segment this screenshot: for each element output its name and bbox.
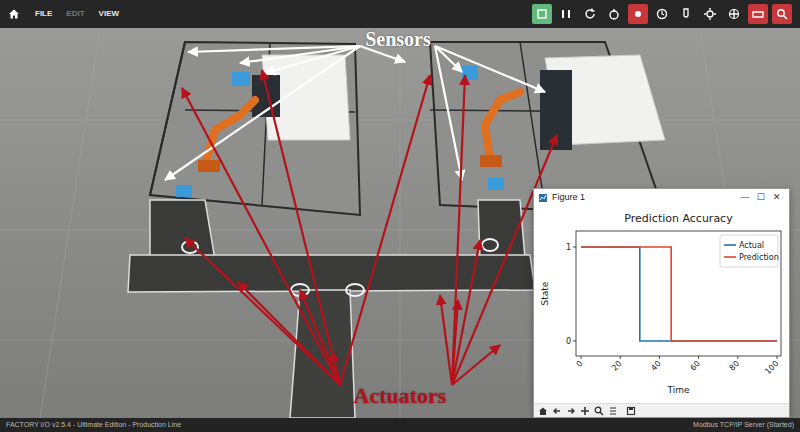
zoom-icon[interactable] [594, 406, 604, 416]
figure-toolbar [534, 403, 789, 417]
legend-swatch [724, 244, 736, 246]
tool-icon [774, 6, 790, 22]
figure-title-bar[interactable]: Figure 1 —☐✕ [534, 189, 789, 207]
chart-legend: Actual Prediction [720, 235, 779, 267]
figure-title: Figure 1 [552, 191, 585, 205]
window-control[interactable]: ☐ [753, 191, 769, 205]
menu-bar: FILEEDITVIEW [28, 6, 126, 22]
annotation-arrow [182, 88, 340, 385]
configure-icon[interactable] [608, 406, 618, 416]
y-tick-label: 1 [566, 243, 571, 252]
annotation-arrows [182, 70, 557, 385]
annotation-arrow [452, 345, 500, 385]
legend-label: Actual [739, 241, 764, 250]
x-tick-label: 20 [610, 359, 624, 373]
chart-title: Prediction Accuracy [624, 212, 733, 225]
annotation-arrows [165, 46, 545, 180]
figure-window[interactable]: Figure 1 —☐✕ Prediction Accuracy01020406… [533, 188, 790, 418]
figure-icon [538, 193, 548, 203]
tool-icon [726, 6, 742, 22]
annotation-arrow [185, 238, 340, 385]
annotation-arrow [332, 352, 340, 385]
factory-io-app: FILEEDITVIEW [0, 0, 800, 432]
scene-view[interactable]: Sensors Actuators Figure 1 —☐✕ Prediction… [0, 28, 800, 418]
x-tick-label: 80 [728, 359, 742, 373]
tool-icon [750, 6, 766, 22]
toolbar-button[interactable] [652, 4, 672, 24]
annotation-arrow [238, 282, 340, 385]
toolbar-button[interactable] [628, 4, 648, 24]
home-icon[interactable] [8, 8, 20, 20]
annotation-arrow [262, 70, 340, 385]
home-icon[interactable] [538, 406, 548, 416]
top-toolbar: FILEEDITVIEW [0, 0, 800, 28]
tool-icon [654, 6, 670, 22]
x-tick-label: 40 [649, 359, 663, 373]
tool-icon [606, 6, 622, 22]
toolbar-button[interactable] [556, 4, 576, 24]
pan-icon[interactable] [580, 406, 590, 416]
toolbar-button[interactable] [772, 4, 792, 24]
menu-item: EDIT [59, 6, 91, 22]
annotation-arrow [452, 75, 465, 385]
x-tick-label: 100 [763, 359, 780, 376]
annotation-label: Actuators [354, 384, 447, 408]
toolbar-button[interactable] [676, 4, 696, 24]
toolbar-buttons [532, 4, 792, 24]
status-left: FACTORY I/O v2.5.4 - Ultimate Edition - … [6, 420, 181, 431]
legend-swatch [724, 256, 736, 258]
toolbar-button[interactable] [700, 4, 720, 24]
x-tick-label: 0 [574, 359, 584, 369]
toolbar-button[interactable] [724, 4, 744, 24]
toolbar-button[interactable] [532, 4, 552, 24]
tool-icon [534, 6, 550, 22]
save-icon[interactable] [626, 406, 636, 416]
y-axis-label: State [540, 281, 550, 305]
toolbar-button[interactable] [604, 4, 624, 24]
toolbar-button[interactable] [580, 4, 600, 24]
window-control[interactable]: ✕ [769, 191, 785, 205]
tool-icon [582, 6, 598, 22]
menu-item[interactable]: VIEW [92, 6, 126, 22]
menu-item[interactable]: FILE [28, 6, 59, 22]
prediction-chart: Prediction Accuracy01020406080100StateTi… [534, 207, 789, 403]
y-tick-label: 0 [566, 337, 571, 346]
x-axis-label: Time [666, 385, 689, 395]
x-tick-label: 60 [688, 359, 702, 373]
annotation-arrow [340, 75, 430, 385]
window-controls: —☐✕ [737, 191, 785, 205]
tool-icon [630, 6, 646, 22]
tool-icon [558, 6, 574, 22]
annotation-arrow [435, 46, 462, 180]
forward-arrow-icon[interactable] [566, 406, 576, 416]
annotation-arrow [300, 290, 340, 385]
tool-icon [702, 6, 718, 22]
annotation-label: Sensors [365, 28, 431, 50]
plot-area [576, 231, 781, 356]
annotation-arrow [435, 46, 545, 92]
status-bar: FACTORY I/O v2.5.4 - Ultimate Edition - … [0, 418, 800, 432]
annotation-arrow [240, 46, 360, 63]
status-right: Modbus TCP/IP Server (Started) [693, 420, 794, 431]
legend-label: Prediction [739, 253, 779, 262]
annotation-arrow [452, 240, 480, 385]
annotation-arrow [440, 295, 452, 385]
tool-icon [678, 6, 694, 22]
annotation-arrow [265, 46, 360, 73]
window-control[interactable]: — [737, 191, 753, 205]
toolbar-button[interactable] [748, 4, 768, 24]
back-arrow-icon[interactable] [552, 406, 562, 416]
